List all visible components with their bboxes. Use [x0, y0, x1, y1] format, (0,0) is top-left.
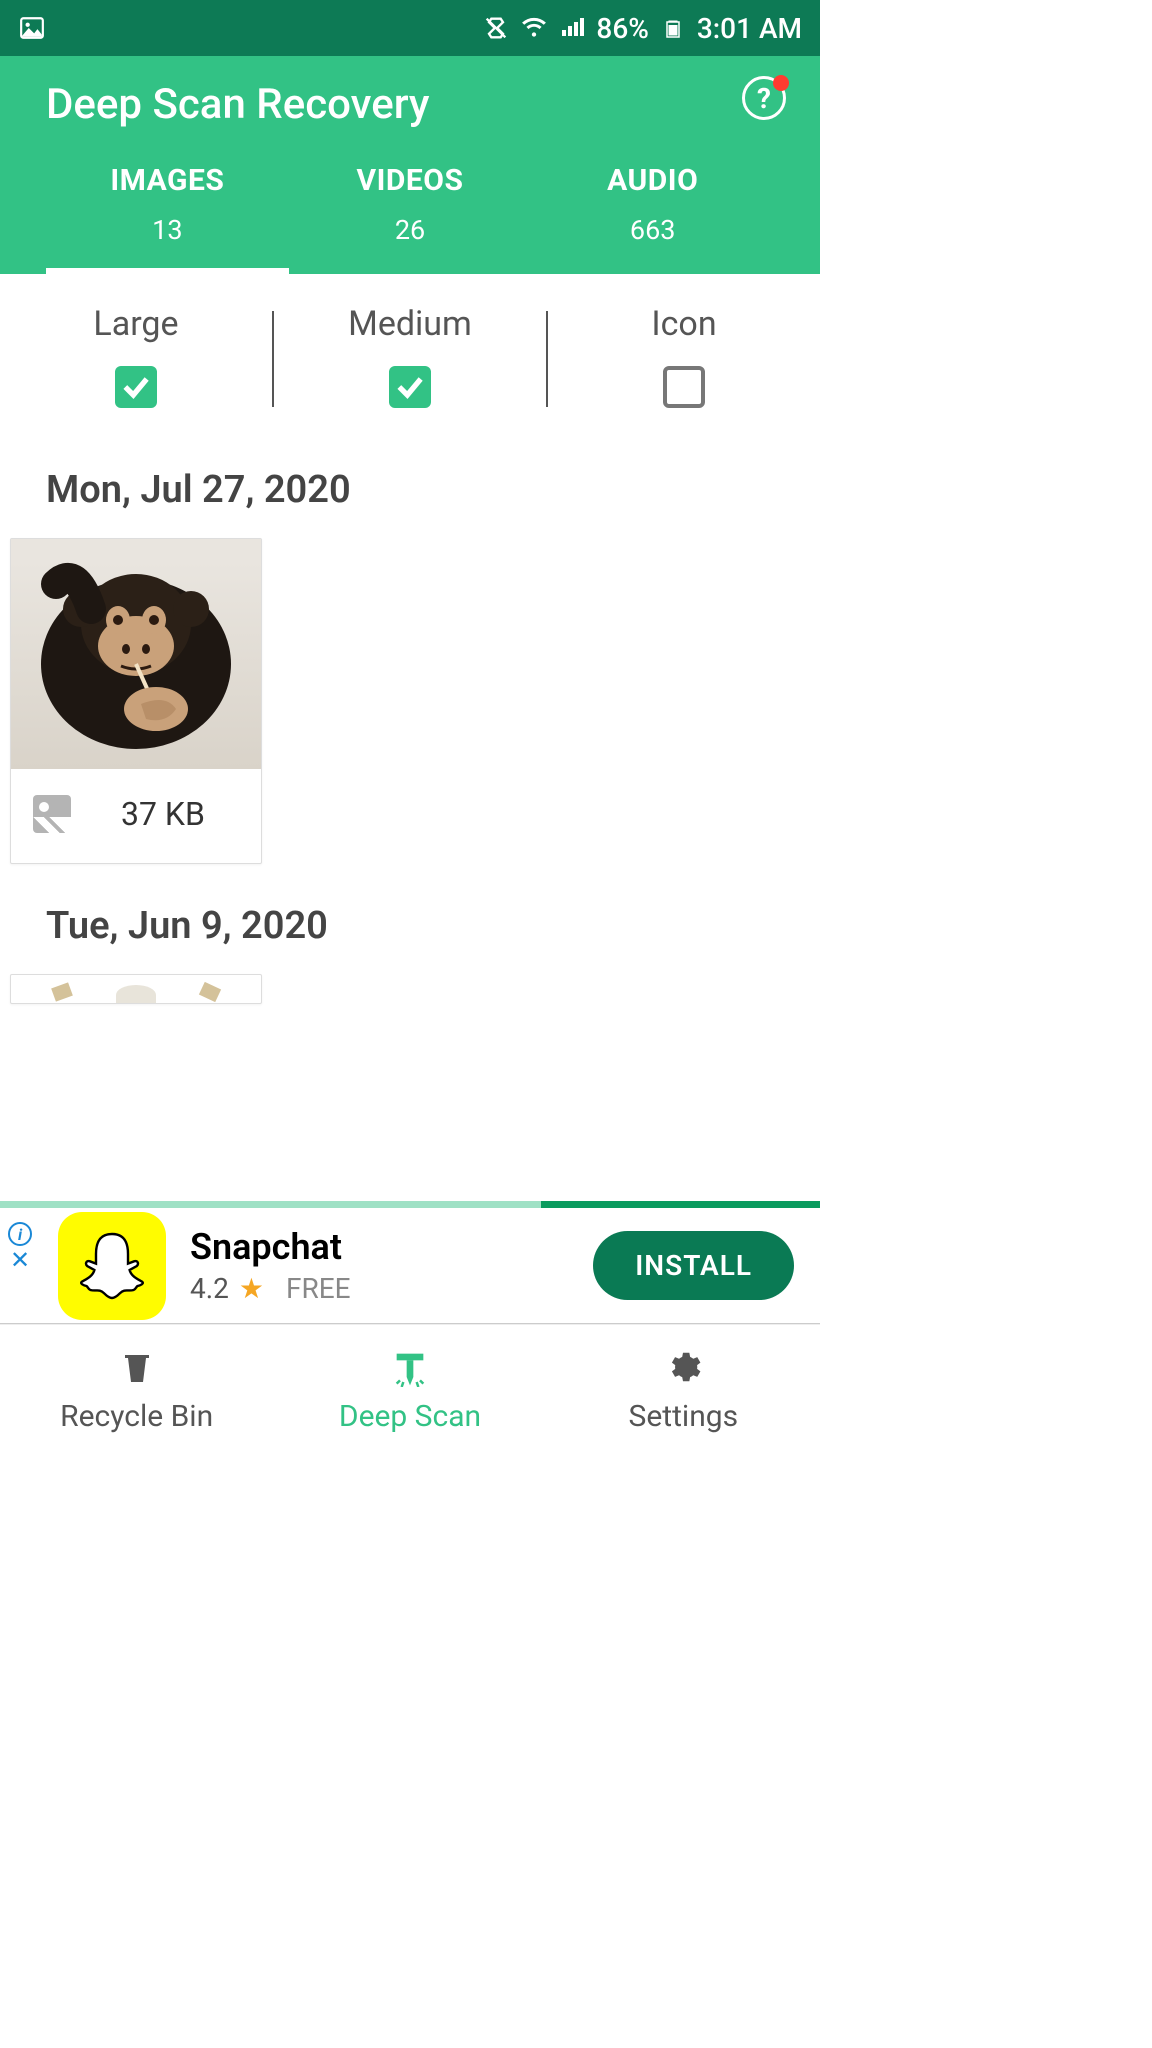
image-card[interactable]: 37 KB	[10, 538, 262, 864]
checkbox-medium[interactable]	[389, 366, 431, 408]
signal-icon	[558, 14, 586, 42]
app-header: Deep Scan Recovery ? IMAGES 13 VIDEOS 26…	[0, 56, 820, 274]
gear-icon	[663, 1347, 703, 1387]
snapchat-ghost-icon	[72, 1226, 152, 1306]
ad-info-icon[interactable]: i	[8, 1222, 32, 1246]
thumbnail	[11, 539, 261, 769]
clock-text: 3:01 AM	[697, 12, 802, 45]
checkbox-icon-size[interactable]	[663, 366, 705, 408]
nav-recycle-bin[interactable]: Recycle Bin	[0, 1325, 273, 1456]
status-bar: 86% 3:01 AM	[0, 0, 820, 56]
help-button[interactable]: ?	[742, 76, 786, 120]
ad-install-button[interactable]: INSTALL	[593, 1231, 794, 1300]
star-icon: ★	[239, 1272, 264, 1305]
drill-icon	[390, 1347, 430, 1387]
filter-large[interactable]: Large	[0, 304, 272, 408]
date-group-header: Tue, Jun 9, 2020	[0, 904, 820, 948]
checkbox-large[interactable]	[115, 366, 157, 408]
card-footer: 37 KB	[11, 769, 261, 863]
results-list[interactable]: Mon, Jul 27, 2020	[0, 408, 820, 1208]
battery-text: 86%	[596, 12, 648, 45]
battery-icon	[659, 14, 687, 42]
ad-banner: i ✕ Snapchat 4.2 ★ FREE INSTALL	[0, 1208, 820, 1324]
progress-fill	[541, 1201, 820, 1208]
ad-app-title: Snapchat	[190, 1226, 351, 1268]
chimp-image	[26, 554, 246, 754]
vibrate-icon	[482, 14, 510, 42]
partial-thumb-icon	[116, 985, 156, 1004]
tab-audio[interactable]: AUDIO 663	[531, 157, 774, 274]
nav-deep-scan[interactable]: Deep Scan	[273, 1325, 546, 1456]
size-filter-row: Large Medium Icon	[0, 274, 820, 408]
date-group-header: Mon, Jul 27, 2020	[0, 468, 820, 512]
checkmark-icon	[394, 371, 426, 403]
file-size-label: 37 KB	[121, 795, 205, 833]
partial-thumb-icon	[199, 982, 221, 1002]
tab-videos[interactable]: VIDEOS 26	[289, 157, 532, 274]
nav-settings[interactable]: Settings	[547, 1325, 820, 1456]
tab-images[interactable]: IMAGES 13	[46, 157, 289, 274]
page-title: Deep Scan Recovery	[46, 80, 774, 129]
wifi-icon	[520, 14, 548, 42]
filter-icon-size[interactable]: Icon	[548, 304, 820, 408]
ad-price-label: FREE	[286, 1272, 351, 1305]
checkmark-icon	[120, 371, 152, 403]
media-type-tabs: IMAGES 13 VIDEOS 26 AUDIO 663	[46, 157, 774, 274]
partial-thumb-icon	[51, 982, 73, 1001]
scan-progress-bar	[0, 1201, 820, 1208]
image-type-icon	[33, 795, 71, 833]
image-card[interactable]	[10, 974, 262, 1004]
bottom-navigation: Recycle Bin Deep Scan Settings	[0, 1324, 820, 1456]
ad-rating-value: 4.2	[190, 1272, 229, 1305]
filter-medium[interactable]: Medium	[274, 304, 546, 408]
notification-dot-icon	[773, 75, 789, 91]
ad-close-button[interactable]: ✕	[10, 1248, 30, 1272]
picture-icon	[18, 14, 46, 42]
trash-icon	[117, 1347, 157, 1387]
ad-app-icon[interactable]	[58, 1212, 166, 1320]
